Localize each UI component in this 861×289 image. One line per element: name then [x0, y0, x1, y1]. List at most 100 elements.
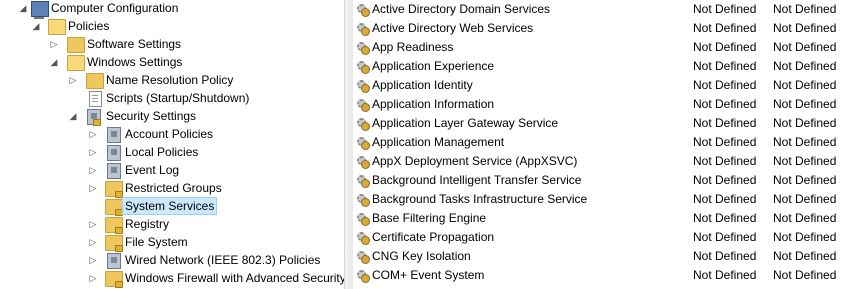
service-gear-icon — [356, 79, 370, 93]
service-name: Base Filtering Engine — [372, 211, 487, 225]
expand-arrow-icon[interactable]: ▷ — [88, 179, 98, 197]
service-row[interactable]: Application Identity Not Defined Not Def… — [353, 76, 861, 95]
tree-node-label: Windows Settings — [87, 55, 183, 69]
folder-icon — [67, 37, 85, 53]
policy-icon — [107, 127, 121, 143]
lock-icon — [115, 281, 123, 288]
service-row[interactable]: Base Filtering Engine Not Defined Not De… — [353, 209, 861, 228]
service-startup: Not Defined — [693, 21, 757, 35]
service-row[interactable]: App Readiness Not Defined Not Defined — [353, 38, 861, 57]
service-row[interactable]: Active Directory Domain Services Not Def… — [353, 0, 861, 19]
service-startup: Not Defined — [693, 154, 757, 168]
expand-arrow-icon[interactable]: ▷ — [88, 269, 98, 287]
collapse-arrow-icon[interactable]: ◢ — [18, 0, 28, 17]
tree-node-label: System Services — [122, 197, 218, 215]
expand-arrow-icon[interactable]: ▷ — [88, 233, 98, 251]
service-startup: Not Defined — [693, 78, 757, 92]
service-startup: Not Defined — [693, 97, 757, 111]
service-name: COM+ Event System — [372, 268, 485, 282]
service-row[interactable]: AppX Deployment Service (AppXSVC) Not De… — [353, 152, 861, 171]
service-permission: Not Defined — [773, 211, 837, 225]
service-gear-icon — [356, 41, 370, 55]
expand-arrow-icon[interactable]: ▷ — [88, 161, 98, 179]
tree-node-label: Computer Configuration — [51, 1, 179, 15]
service-row[interactable]: Application Information Not Defined Not … — [353, 95, 861, 114]
service-name: App Readiness — [372, 40, 454, 54]
service-gear-icon — [356, 136, 370, 150]
service-row[interactable]: Application Management Not Defined Not D… — [353, 133, 861, 152]
expand-arrow-icon[interactable]: ▷ — [49, 35, 59, 53]
expand-arrow-icon[interactable]: ▷ — [68, 71, 78, 89]
service-permission: Not Defined — [773, 97, 837, 111]
open-folder-icon — [67, 55, 85, 71]
computer-icon — [31, 1, 49, 19]
tree-node-label: Windows Firewall with Advanced Security — [125, 271, 344, 285]
service-startup: Not Defined — [693, 40, 757, 54]
service-permission: Not Defined — [773, 154, 837, 168]
service-permission: Not Defined — [773, 59, 837, 73]
service-name: Active Directory Web Services — [372, 21, 534, 35]
service-name: AppX Deployment Service (AppXSVC) — [372, 154, 578, 168]
expand-arrow-icon[interactable]: ▷ — [88, 215, 98, 233]
service-name: Application Layer Gateway Service — [372, 116, 559, 130]
service-permission: Not Defined — [773, 40, 837, 54]
expand-arrow-icon[interactable]: ▷ — [88, 125, 98, 143]
locked-folder-icon — [105, 181, 123, 198]
collapse-arrow-icon[interactable]: ◢ — [68, 107, 78, 125]
policy-icon — [107, 145, 121, 161]
lock-icon — [115, 227, 123, 234]
service-gear-icon — [356, 60, 370, 74]
service-startup: Not Defined — [693, 2, 757, 16]
service-name: CNG Key Isolation — [372, 249, 471, 263]
expand-arrow-icon[interactable]: ▷ — [88, 251, 98, 269]
tree-node-label: Scripts (Startup/Shutdown) — [106, 91, 250, 105]
service-gear-icon — [356, 22, 370, 36]
service-row[interactable]: Application Experience Not Defined Not D… — [353, 57, 861, 76]
service-startup: Not Defined — [693, 249, 757, 263]
locked-folder-icon — [105, 217, 123, 234]
collapse-arrow-icon[interactable]: ◢ — [49, 53, 59, 71]
tree-node-label: Security Settings — [106, 109, 197, 123]
service-name: Certificate Propagation — [372, 230, 495, 244]
expand-arrow-icon[interactable]: ▷ — [88, 143, 98, 161]
service-name: Background Tasks Infrastructure Service — [372, 192, 588, 206]
open-folder-icon — [48, 19, 66, 35]
tree-node-label: Policies — [68, 19, 110, 33]
service-permission: Not Defined — [773, 268, 837, 282]
policy-icon — [107, 253, 121, 269]
service-permission: Not Defined — [773, 135, 837, 149]
tree-node-label: Local Policies — [125, 145, 199, 159]
locked-folder-icon — [105, 271, 123, 288]
service-row[interactable]: Background Intelligent Transfer Service … — [353, 171, 861, 190]
service-permission: Not Defined — [773, 21, 837, 35]
service-startup: Not Defined — [693, 173, 757, 187]
tree-node-label: Restricted Groups — [125, 181, 222, 195]
tree-node-label: Software Settings — [87, 37, 182, 51]
tree-node-label: Name Resolution Policy — [106, 73, 234, 87]
console-tree: ◢ Computer Configuration ◢ Policies ▷ So… — [0, 0, 344, 289]
service-permission: Not Defined — [773, 230, 837, 244]
service-gear-icon — [356, 231, 370, 245]
services-list: Active Directory Domain Services Not Def… — [353, 0, 861, 289]
service-name: Active Directory Domain Services — [372, 2, 551, 16]
service-row[interactable]: Certificate Propagation Not Defined Not … — [353, 228, 861, 247]
service-permission: Not Defined — [773, 2, 837, 16]
service-gear-icon — [356, 269, 370, 283]
locked-folder-icon — [105, 199, 123, 216]
service-row[interactable]: CNG Key Isolation Not Defined Not Define… — [353, 247, 861, 266]
service-permission: Not Defined — [773, 116, 837, 130]
tree-node-label: Account Policies — [125, 127, 214, 141]
service-name: Application Information — [372, 97, 495, 111]
service-row[interactable]: Active Directory Web Services Not Define… — [353, 19, 861, 38]
service-row[interactable]: Application Layer Gateway Service Not De… — [353, 114, 861, 133]
service-permission: Not Defined — [773, 78, 837, 92]
service-permission: Not Defined — [773, 249, 837, 263]
service-gear-icon — [356, 155, 370, 169]
service-startup: Not Defined — [693, 192, 757, 206]
service-permission: Not Defined — [773, 192, 837, 206]
security-icon — [87, 109, 101, 126]
service-gear-icon — [356, 98, 370, 112]
service-row[interactable]: COM+ Event System Not Defined Not Define… — [353, 266, 861, 285]
collapse-arrow-icon[interactable]: ◢ — [31, 17, 41, 35]
service-row[interactable]: Background Tasks Infrastructure Service … — [353, 190, 861, 209]
